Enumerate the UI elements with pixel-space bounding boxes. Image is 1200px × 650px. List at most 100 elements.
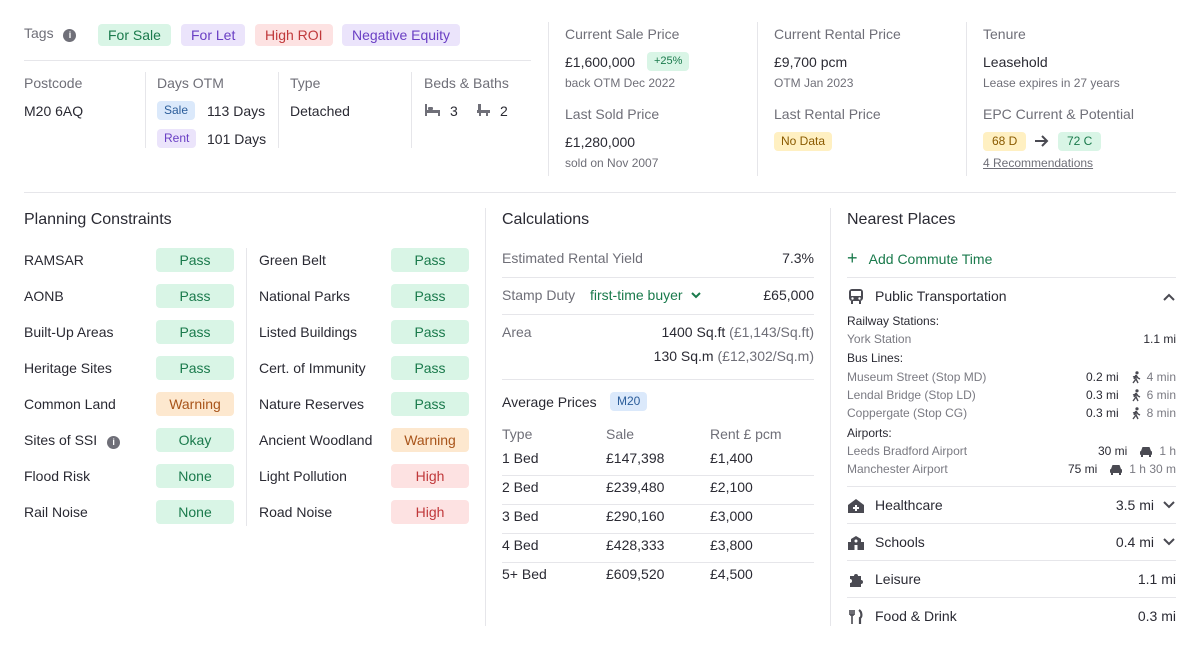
constraint-label-road-noise: Road Noise xyxy=(259,504,333,520)
constraint-status-cert-of-immunity: Pass xyxy=(391,356,469,380)
divider xyxy=(548,22,549,176)
place-distance-time: 0.3 mi 6 min xyxy=(1086,388,1176,402)
category-leisure[interactable]: Leisure 1.1 mi xyxy=(847,560,1176,597)
bus-heading: Bus Lines: xyxy=(847,351,904,365)
section-divider xyxy=(24,192,1176,193)
car-icon xyxy=(1139,445,1153,457)
current-rental-label: Current Rental Price xyxy=(774,26,901,42)
divider xyxy=(847,277,1176,278)
station-name: York Station xyxy=(847,332,912,346)
rental-yield-value: 7.3% xyxy=(782,250,814,266)
area-sqft: 1400 Sq.ft (£1,143/Sq.ft) xyxy=(661,324,814,340)
place-time: 4 min xyxy=(1146,370,1176,384)
constraint-label-light-pollution: Light Pollution xyxy=(259,468,347,484)
constraint-label-green-belt: Green Belt xyxy=(259,252,326,268)
last-sold-note: sold on Nov 2007 xyxy=(565,156,659,170)
epc-recommendations-link[interactable]: 4 Recommendations xyxy=(983,156,1093,170)
public-transport-header[interactable]: Public Transportation xyxy=(847,287,1176,307)
postcode-label: Postcode xyxy=(24,75,83,91)
area-sqm: 130 Sq.m (£12,302/Sq.m) xyxy=(654,348,814,364)
add-commute-button[interactable]: + Add Commute Time xyxy=(847,249,992,267)
col-type-header: Type xyxy=(502,426,533,442)
list-item: Leeds Bradford Airport 30 mi 1 h xyxy=(847,444,1176,462)
beds-count: 3 xyxy=(450,103,458,119)
place-name: Leeds Bradford Airport xyxy=(847,444,968,458)
constraint-label-ancient-woodland: Ancient Woodland xyxy=(259,432,373,448)
category-schools[interactable]: Schools 0.4 mi xyxy=(847,523,1176,560)
list-item: York Station 1.1 mi xyxy=(847,332,1176,350)
planning-title: Planning Constraints xyxy=(24,211,172,228)
tag-negative-equity[interactable]: Negative Equity xyxy=(342,24,461,46)
type-label: Type xyxy=(290,75,321,91)
category-healthcare[interactable]: Healthcare 3.5 mi xyxy=(847,486,1176,523)
place-name: Manchester Airport xyxy=(847,462,948,476)
stamp-duty-select[interactable]: first-time buyer xyxy=(590,287,702,303)
car-icon xyxy=(1109,463,1123,475)
bed-icon xyxy=(424,102,441,120)
tag-high-roi[interactable]: High ROI xyxy=(255,24,333,46)
place-distance-time: 0.3 mi 8 min xyxy=(1086,406,1176,420)
constraint-label-aonb: AONB xyxy=(24,288,64,304)
airports-heading: Airports: xyxy=(847,426,892,440)
col-sale-header: Sale xyxy=(606,426,635,442)
place-name: Coppergate (Stop CG) xyxy=(847,406,968,420)
chevron-down-icon xyxy=(1162,534,1176,548)
place-time: 8 min xyxy=(1146,406,1176,420)
divider xyxy=(411,72,412,148)
category-food-drink[interactable]: Food & Drink 0.3 mi xyxy=(847,597,1176,634)
cell-sale: £147,398 xyxy=(606,450,665,466)
cell-sale: £290,160 xyxy=(606,508,665,524)
cell-rent: £1,400 xyxy=(710,450,753,466)
chevron-up-icon xyxy=(1163,293,1175,301)
constraint-label-common-land: Common Land xyxy=(24,396,116,412)
info-icon[interactable]: i xyxy=(63,29,77,42)
railway-heading: Railway Stations: xyxy=(847,314,940,328)
area-sqft-price: (£1,143/Sq.ft) xyxy=(729,324,814,340)
tenure-value: Leasehold xyxy=(983,54,1048,70)
table-row: 4 Bed £428,333 £3,800 xyxy=(502,535,814,563)
area-row: Area 1400 Sq.ft (£1,143/Sq.ft) 130 Sq.m … xyxy=(502,324,814,380)
constraint-status-ramsar: Pass xyxy=(156,248,234,272)
stamp-duty-value: £65,000 xyxy=(763,287,814,303)
place-distance-time: 75 mi 1 h 30 m xyxy=(1068,462,1176,476)
cutlery-icon xyxy=(847,609,865,625)
cell-sale: £239,480 xyxy=(606,479,665,495)
current-rental-value: £9,700 pcm xyxy=(774,54,848,70)
average-prices-label: Average Prices xyxy=(502,394,597,410)
chevron-down-icon xyxy=(691,292,702,299)
walk-icon xyxy=(1131,388,1141,402)
divider xyxy=(278,72,279,148)
tags-label-text: Tags xyxy=(24,25,54,41)
divider xyxy=(145,72,146,148)
current-sale-note: back OTM Dec 2022 xyxy=(565,76,676,90)
chevron-down-icon xyxy=(1162,497,1176,511)
category-distance: 1.1 mi xyxy=(1137,571,1176,587)
constraint-label-rail-noise: Rail Noise xyxy=(24,504,88,520)
divider xyxy=(485,208,486,626)
bath-icon xyxy=(476,102,491,120)
hospital-icon xyxy=(847,498,865,514)
constraint-status-rail-noise: None xyxy=(156,500,234,524)
divider xyxy=(830,208,831,626)
constraint-label-ramsar: RAMSAR xyxy=(24,252,84,268)
constraint-status-nature-reserves: Pass xyxy=(391,392,469,416)
arrow-right-icon xyxy=(1034,134,1050,151)
divider xyxy=(246,248,247,526)
constraint-label-national-parks: National Parks xyxy=(259,288,351,304)
otm-rent-badge: Rent xyxy=(157,129,197,148)
table-row: 5+ Bed £609,520 £4,500 xyxy=(502,564,814,592)
place-time: 1 h 30 m xyxy=(1129,462,1176,476)
last-rental-label: Last Rental Price xyxy=(774,106,881,122)
place-distance-time: 0.2 mi 4 min xyxy=(1086,370,1176,384)
school-icon xyxy=(847,535,865,551)
tag-for-sale[interactable]: For Sale xyxy=(98,24,171,46)
info-icon[interactable]: i xyxy=(107,436,121,449)
walk-icon xyxy=(1131,406,1141,420)
walk-icon xyxy=(1131,370,1141,384)
constraint-status-listed-buildings: Pass xyxy=(391,320,469,344)
tag-for-let[interactable]: For Let xyxy=(181,24,246,46)
place-distance-time: 30 mi 1 h xyxy=(1098,444,1176,458)
category-distance: 0.4 mi xyxy=(1115,534,1154,550)
place-distance: 75 mi xyxy=(1067,462,1098,476)
puzzle-icon xyxy=(847,572,865,588)
